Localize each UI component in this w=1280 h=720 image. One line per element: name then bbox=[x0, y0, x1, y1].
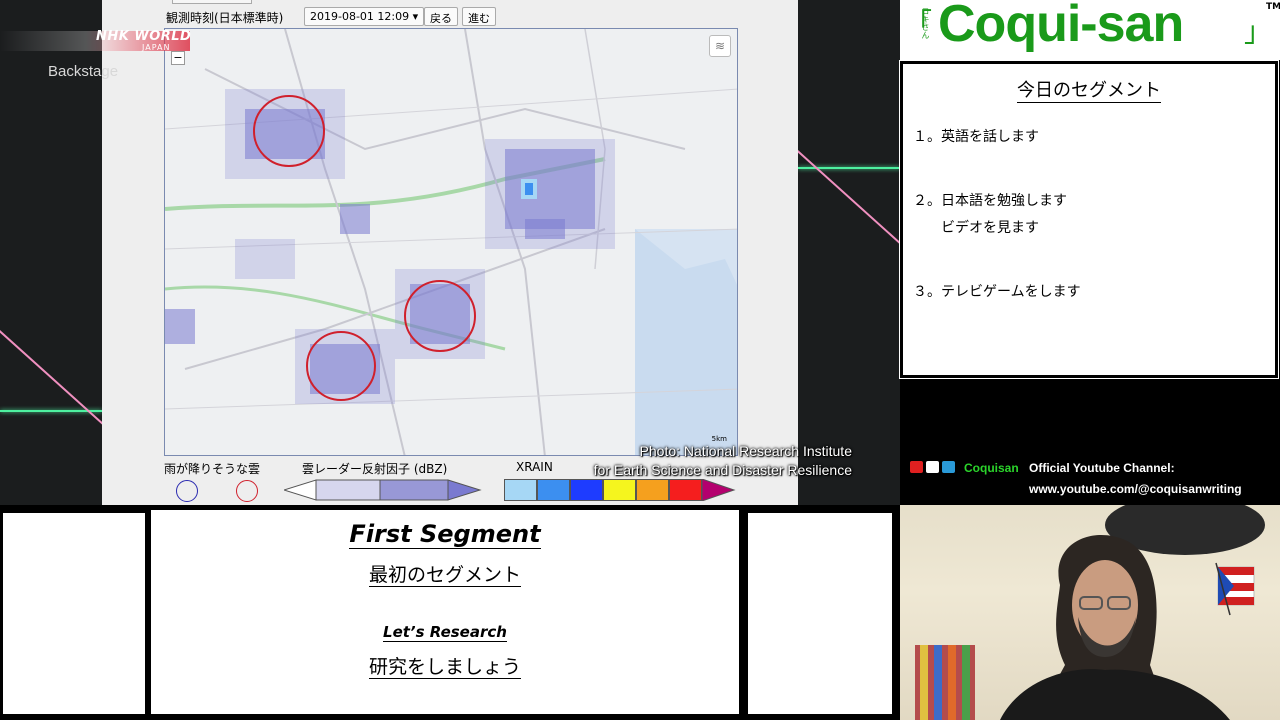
channel-name: Coquisan bbox=[964, 461, 1019, 475]
research-title: Let’s Research bbox=[151, 623, 739, 642]
research-title-text: Let’s Research bbox=[383, 623, 507, 642]
segment-item: ３。テレビゲームをします bbox=[913, 284, 1081, 300]
tab-strip bbox=[172, 0, 252, 4]
radar-map[interactable]: − ≋ 5km bbox=[164, 28, 738, 456]
video-icon bbox=[910, 461, 923, 473]
map-graphics bbox=[165, 29, 737, 455]
show-title: Backstage bbox=[48, 63, 119, 80]
main-segment-box: First Segment 最初のセグメント Let’s Research 研究… bbox=[148, 507, 742, 717]
observation-time-value: 2019-08-01 12:09 bbox=[310, 10, 410, 23]
photo-credit-line-2: for Earth Science and Disaster Resilienc… bbox=[593, 462, 852, 478]
main-title: First Segment bbox=[151, 520, 739, 549]
bottom-banner: First Segment 最初のセグメント Let’s Research 研究… bbox=[0, 507, 900, 720]
xrain-legend-label: XRAIN bbox=[516, 460, 553, 474]
main-subtitle: 最初のセグメント bbox=[151, 560, 739, 587]
xrain-swatch bbox=[537, 479, 570, 501]
xrain-swatch bbox=[603, 479, 636, 501]
research-subtitle-text: 研究をしましょう bbox=[368, 656, 521, 679]
channel-label: Official Youtube Channel: bbox=[1029, 461, 1175, 475]
layers-icon[interactable]: ≋ bbox=[709, 35, 731, 57]
segment-item: ビデオを見ます bbox=[941, 220, 1039, 236]
neon-line bbox=[0, 330, 112, 432]
xrain-swatch bbox=[669, 479, 702, 501]
logo-line-1: NHK WORLD bbox=[96, 29, 192, 44]
right-bracket: 」 bbox=[1244, 15, 1273, 48]
xrain-color-scale bbox=[504, 479, 736, 501]
photo-credit: Photo: National Research Institute for E… bbox=[594, 442, 852, 480]
trophy-icon bbox=[926, 461, 939, 473]
xrain-swatch bbox=[504, 479, 537, 501]
left-side-box bbox=[0, 510, 148, 717]
blue-circle-icon bbox=[176, 480, 198, 502]
neon-line bbox=[796, 150, 900, 252]
segments-title: 今日のセグメント bbox=[903, 76, 1275, 103]
brand-logo: 「 コキさん Coqui-san 」 TM bbox=[900, 0, 1280, 60]
logo-kana: コキさん bbox=[921, 7, 930, 39]
photo-credit-line-1: Photo: National Research Institute bbox=[639, 443, 852, 459]
main-subtitle-text: 最初のセグメント bbox=[368, 564, 521, 587]
channel-info: Coquisan Official Youtube Channel: www.y… bbox=[900, 455, 1280, 503]
observation-label: 観測時刻(日本標準時) bbox=[166, 11, 284, 25]
segments-title-text: 今日のセグメント bbox=[1017, 80, 1161, 103]
main-title-text: First Segment bbox=[349, 520, 541, 549]
red-circle-icon bbox=[236, 480, 258, 502]
trademark-mark: TM bbox=[1266, 2, 1280, 12]
segment-item: １。英語を話します bbox=[913, 129, 1039, 145]
research-subtitle: 研究をしましょう bbox=[151, 652, 739, 679]
xrain-swatch bbox=[570, 479, 603, 501]
logo-line-2: JAPAN bbox=[142, 43, 171, 52]
radar-legend-label: 雲レーダー反射因子 (dBZ) bbox=[302, 462, 448, 476]
observation-toolbar: 観測時刻(日本標準時) 2019-08-01 12:09 ▾ 戻る 進む bbox=[164, 5, 738, 27]
channel-url[interactable]: www.youtube.com/@coquisanwriting bbox=[1029, 482, 1242, 496]
back-button[interactable]: 戻る bbox=[424, 7, 458, 26]
crown-icon bbox=[942, 461, 955, 473]
chevron-down-icon: ▾ bbox=[412, 10, 419, 23]
segments-panel: 今日のセグメント １。英語を話します ２。日本語を勉強します ビデオを見ます ３… bbox=[899, 60, 1279, 379]
xrain-swatch bbox=[636, 479, 669, 501]
forward-button[interactable]: 進む bbox=[462, 7, 496, 26]
webcam-feed bbox=[900, 505, 1280, 720]
segment-item: ２。日本語を勉強します bbox=[913, 193, 1067, 209]
webcam-scene bbox=[915, 505, 1265, 720]
radar-scale-arrow bbox=[284, 479, 482, 501]
nhk-world-logo: NHK WORLD JAPAN bbox=[0, 28, 195, 54]
right-side-box bbox=[745, 510, 895, 717]
logo-text: Coqui-san bbox=[938, 0, 1184, 53]
clouds-legend-label: 雨が降りそうな雲 bbox=[164, 462, 261, 476]
observation-time-select[interactable]: 2019-08-01 12:09 ▾ bbox=[304, 7, 425, 26]
news-video-frame: 観測時刻(日本標準時) 2019-08-01 12:09 ▾ 戻る 進む − ≋… bbox=[0, 0, 900, 505]
xrain-arrow bbox=[702, 479, 736, 501]
